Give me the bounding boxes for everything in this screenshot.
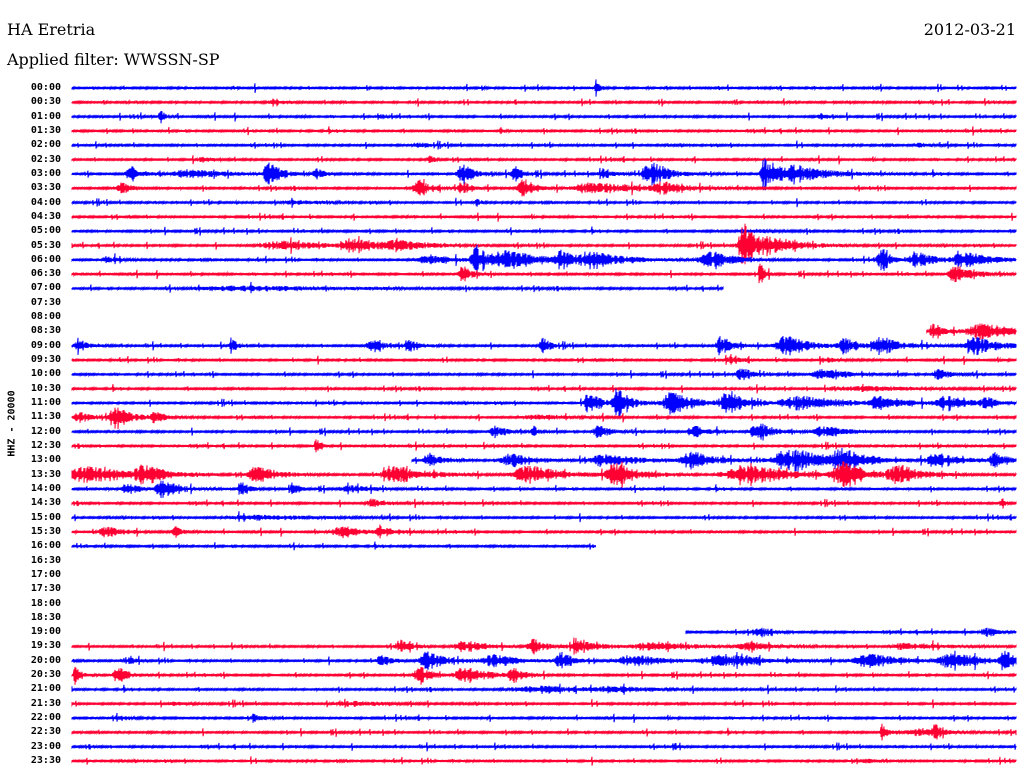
seismic-trace-0700 <box>71 281 724 294</box>
seismic-trace-0130 <box>71 126 1017 136</box>
seismic-trace-2330 <box>71 756 1017 766</box>
seismic-trace-0500 <box>71 226 1017 236</box>
seismic-trace-0100 <box>71 110 1017 124</box>
helicorder-plot <box>71 79 1017 766</box>
seismic-trace-1200 <box>71 423 1017 441</box>
seismic-trace-0400 <box>71 197 1017 208</box>
seismic-trace-1230 <box>71 439 1017 453</box>
seismic-trace-1600 <box>71 541 596 551</box>
seismic-trace-0200 <box>71 140 1017 150</box>
seismic-trace-1900 <box>685 627 1017 638</box>
seismic-trace-1330 <box>71 461 1017 491</box>
seismic-trace-1430 <box>71 498 1017 509</box>
seismic-trace-0830 <box>925 323 1017 341</box>
seismic-trace-0000 <box>71 79 1017 97</box>
seismic-trace-2200 <box>71 712 1017 723</box>
seismic-trace-0230 <box>71 155 1017 165</box>
seismic-trace-0300 <box>71 158 1017 191</box>
seismic-trace-0900 <box>71 335 1017 356</box>
seismic-trace-0330 <box>71 178 1017 197</box>
seismic-trace-2030 <box>71 666 1017 685</box>
seismic-trace-2100 <box>71 683 1017 695</box>
seismic-trace-1400 <box>71 480 1017 499</box>
seismic-trace-1530 <box>71 524 1017 539</box>
seismic-trace-1030 <box>71 383 1017 394</box>
seismic-trace-0030 <box>71 97 1017 107</box>
seismic-trace-1300 <box>411 447 1017 473</box>
seismic-trace-1000 <box>71 368 1017 381</box>
seismic-trace-2300 <box>71 742 1017 752</box>
seismic-trace-0600 <box>71 244 1017 276</box>
seismic-trace-2230 <box>71 723 1017 741</box>
seismic-trace-0930 <box>71 353 1017 365</box>
seismic-trace-0430 <box>71 212 1017 222</box>
seismic-trace-1100 <box>71 388 1017 418</box>
seismic-trace-1930 <box>71 637 1017 655</box>
seismic-trace-2000 <box>71 650 1017 671</box>
seismic-trace-0630 <box>71 263 1017 284</box>
seismic-trace-2130 <box>71 698 1017 709</box>
seismic-trace-1500 <box>71 511 1017 523</box>
